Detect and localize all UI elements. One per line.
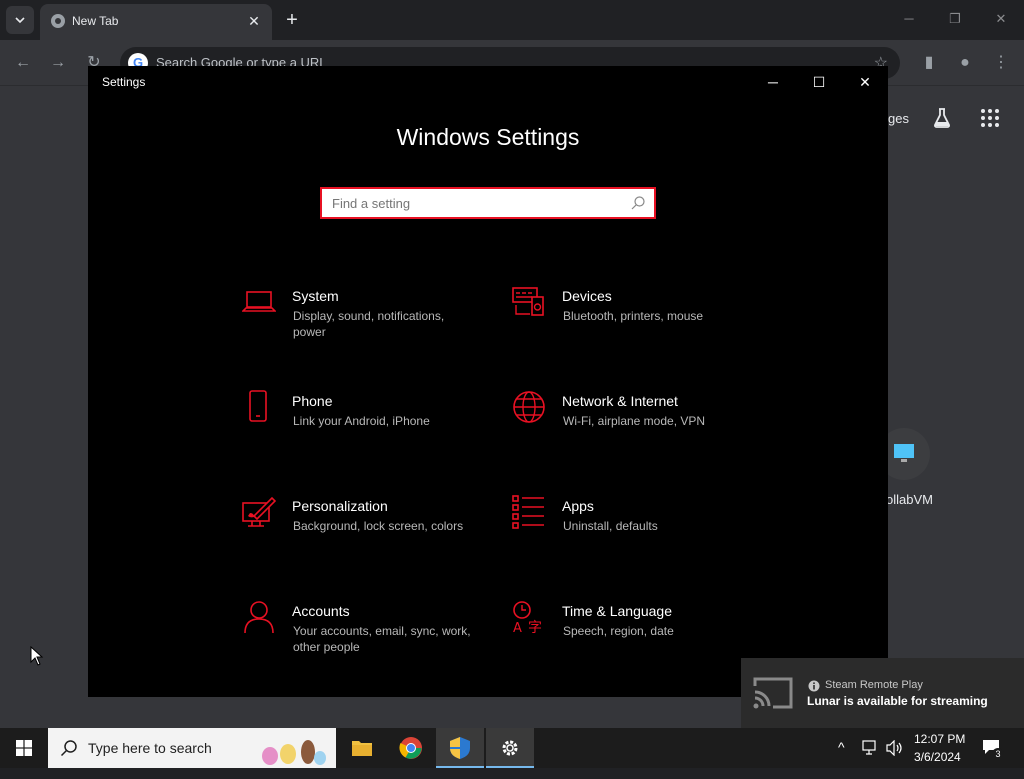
toast-app-name: Steam Remote Play — [825, 679, 923, 691]
category-description: Your accounts, email, sync, work, other … — [293, 624, 471, 654]
category-system[interactable]: System Display, sound, notifications, po… — [242, 285, 492, 355]
profile-icon[interactable]: ● — [954, 52, 976, 74]
page-title: Windows Settings — [396, 124, 580, 150]
taskbar-search-box[interactable]: Type here to search — [48, 728, 336, 768]
start-button[interactable] — [0, 728, 48, 768]
images-link[interactable]: ges — [888, 111, 909, 126]
category-title: Apps — [562, 498, 594, 514]
info-icon — [808, 680, 820, 692]
clock-time[interactable]: 12:07 PM — [914, 732, 965, 746]
category-description: Uninstall, defaults — [563, 519, 658, 533]
tab-new-tab[interactable]: New Tab ✕ — [40, 4, 272, 40]
category-phone[interactable]: Phone Link your Android, iPhone — [242, 390, 492, 460]
taskbar: Type here to search ^ 12:07 PM 3/6/2024 … — [0, 728, 1024, 768]
phone-icon — [249, 390, 267, 422]
new-tab-button[interactable]: + — [282, 10, 302, 30]
file-explorer-taskbar-button[interactable] — [338, 728, 386, 768]
chrome-icon — [51, 14, 65, 28]
category-description: Speech, region, date — [563, 624, 674, 638]
minimize-icon[interactable]: ─ — [750, 66, 796, 98]
windows-logo-icon — [16, 740, 32, 756]
shield-icon — [450, 737, 470, 759]
toast-message: Lunar is available for streaming — [807, 694, 988, 708]
search-placeholder: Find a setting — [332, 196, 411, 211]
notification-toast[interactable]: Steam Remote Play Lunar is available for… — [741, 658, 1024, 728]
labs-flask-icon[interactable] — [930, 106, 954, 130]
minimize-icon[interactable]: ─ — [900, 10, 918, 28]
category-apps[interactable]: Apps Uninstall, defaults — [512, 495, 762, 565]
search-input[interactable]: Find a setting — [320, 187, 656, 219]
category-description: Background, lock screen, colors — [293, 519, 464, 533]
category-title: Time & Language — [562, 603, 672, 619]
easter-eggs-icon — [262, 740, 326, 765]
security-taskbar-button[interactable] — [436, 728, 484, 768]
category-description: Wi-Fi, airplane mode, VPN — [563, 414, 706, 428]
tab-search-button[interactable] — [6, 6, 34, 34]
folder-icon — [352, 741, 372, 756]
person-icon — [244, 601, 274, 634]
search-icon — [631, 196, 645, 210]
settings-titlebar[interactable]: Settings ─ ☐ ✕ — [88, 66, 888, 98]
side-panel-icon[interactable]: ▮ — [918, 52, 940, 74]
close-window-icon[interactable]: ✕ — [992, 10, 1010, 28]
category-network[interactable]: Network & Internet Wi-Fi, airplane mode,… — [512, 390, 762, 460]
shortcut-label: ollabVM — [886, 492, 933, 507]
chevron-down-icon — [15, 17, 25, 24]
category-devices[interactable]: Devices Bluetooth, printers, mouse — [512, 285, 762, 355]
action-center-button[interactable]: 3 — [978, 736, 1008, 762]
menu-kebab-icon[interactable]: ⋮ — [990, 52, 1012, 74]
show-hidden-icons-chevron-icon[interactable]: ^ — [838, 739, 845, 779]
laptop-icon — [242, 291, 276, 312]
category-time-language[interactable]: A字 Time & Language Speech, region, date — [512, 600, 762, 670]
category-title: Personalization — [292, 498, 388, 514]
cast-icon — [753, 677, 793, 709]
category-title: System — [292, 288, 339, 304]
category-personalization[interactable]: Personalization Background, lock screen,… — [242, 495, 492, 565]
chrome-taskbar-button[interactable] — [387, 728, 435, 768]
close-tab-icon[interactable]: ✕ — [246, 13, 262, 29]
mouse-cursor-icon — [30, 646, 44, 666]
svg-text:字: 字 — [528, 620, 542, 634]
category-title: Devices — [562, 288, 612, 304]
notification-count-badge: 3 — [992, 748, 1004, 760]
maximize-icon[interactable]: ☐ — [796, 66, 842, 98]
gear-icon — [502, 740, 518, 756]
category-description: Bluetooth, printers, mouse — [563, 309, 704, 323]
time-language-icon: A字 — [513, 601, 542, 634]
category-title: Phone — [292, 393, 333, 409]
category-description: Display, sound, notifications, power — [293, 309, 445, 339]
category-description: Link your Android, iPhone — [293, 414, 430, 428]
category-title: Network & Internet — [562, 393, 678, 409]
back-arrow-icon[interactable]: ← — [12, 52, 34, 74]
close-icon[interactable]: ✕ — [842, 66, 888, 98]
restore-icon[interactable]: ❐ — [946, 10, 964, 28]
monitor-icon — [894, 444, 914, 462]
taskbar-search-placeholder: Type here to search — [88, 740, 212, 756]
search-icon — [60, 740, 77, 757]
clock-date[interactable]: 3/6/2024 — [914, 750, 961, 764]
tab-strip: New Tab ✕ + ─ ❐ ✕ — [0, 0, 1024, 40]
tab-title: New Tab — [72, 14, 119, 28]
category-title: Accounts — [292, 603, 350, 619]
devices-icon — [512, 287, 544, 316]
forward-arrow-icon[interactable]: → — [47, 52, 69, 74]
chrome-icon — [399, 737, 422, 759]
globe-icon — [513, 391, 545, 423]
paint-icon — [242, 496, 276, 527]
settings-taskbar-button[interactable] — [486, 728, 534, 768]
apps-list-icon — [512, 495, 544, 529]
network-icon[interactable] — [862, 740, 880, 756]
svg-text:A: A — [513, 621, 522, 634]
settings-window: Settings ─ ☐ ✕ Windows Settings Find a s… — [88, 66, 888, 697]
volume-icon[interactable] — [886, 740, 904, 756]
apps-grid-icon[interactable] — [980, 108, 1000, 128]
window-title: Settings — [102, 75, 146, 89]
category-accounts[interactable]: Accounts Your accounts, email, sync, wor… — [242, 600, 492, 670]
